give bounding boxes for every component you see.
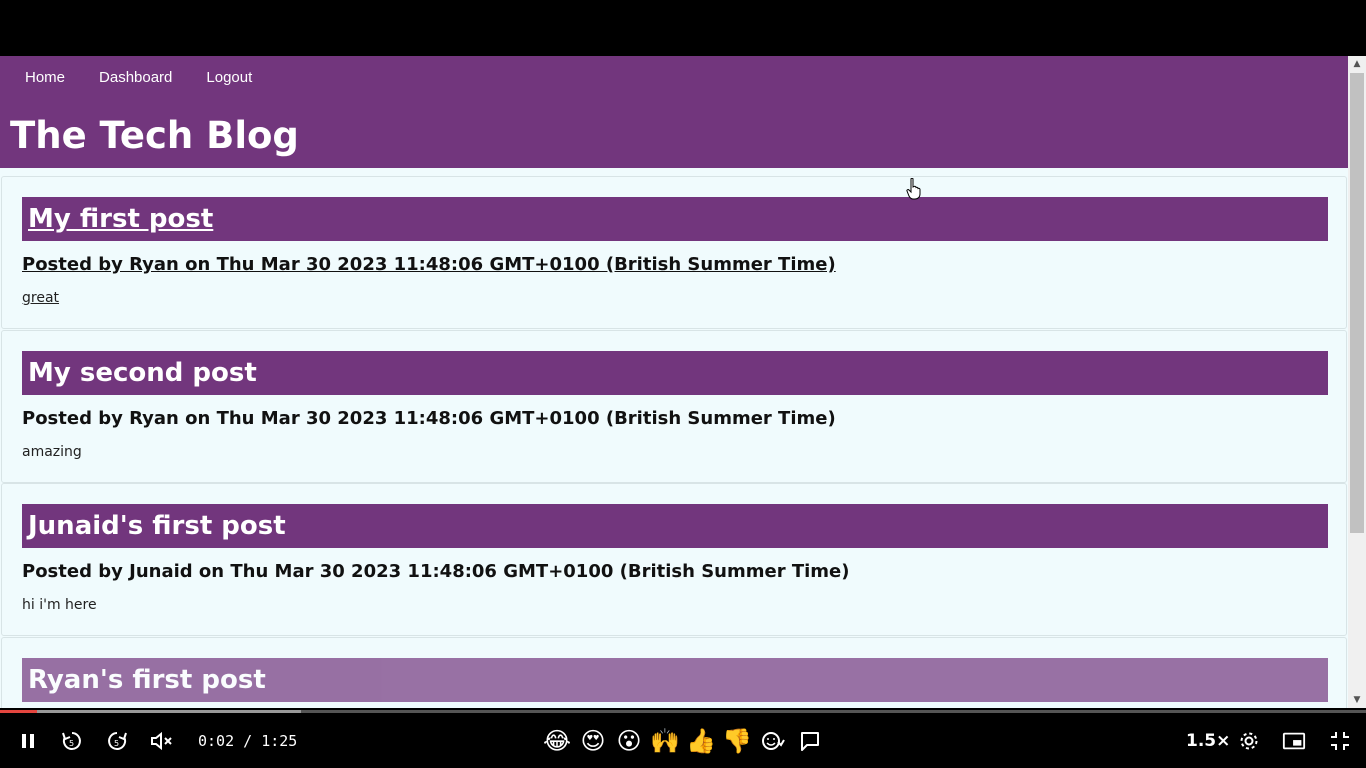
post-title-bar: Junaid's first post (22, 504, 1328, 548)
post-meta[interactable]: Posted by Ryan on Thu Mar 30 2023 11:48:… (22, 254, 836, 276)
add-emoji-icon[interactable] (761, 729, 785, 753)
nav-home-link[interactable]: Home (25, 69, 65, 87)
post-title-bar: My first post (22, 197, 1328, 241)
page-scrollbar[interactable]: ▲ ▼ (1348, 56, 1366, 708)
post-meta: Posted by Junaid on Thu Mar 30 2023 11:4… (22, 561, 850, 582)
site-header: Home Dashboard Logout The Tech Blog (0, 56, 1348, 168)
hand-cursor-icon (906, 178, 921, 200)
scroll-up-arrow-icon[interactable]: ▲ (1348, 56, 1366, 72)
forward-5-icon[interactable]: 5 (105, 729, 129, 753)
post-body: amazing (22, 444, 82, 460)
post-title: Ryan's first post (28, 665, 266, 695)
top-nav: Home Dashboard Logout (25, 69, 286, 87)
post-card[interactable]: My second post Posted by Ryan on Thu Mar… (1, 330, 1347, 483)
emoji-laughing-icon[interactable]: 😂 (542, 727, 572, 755)
scroll-down-arrow-icon[interactable]: ▼ (1348, 692, 1366, 708)
nav-dashboard-link[interactable]: Dashboard (99, 69, 172, 87)
mute-icon[interactable] (150, 729, 174, 753)
post-title-bar: Ryan's first post (22, 658, 1328, 702)
svg-text:5: 5 (114, 739, 119, 748)
playback-speed-button[interactable]: 1.5× (1186, 730, 1230, 752)
post-title: My second post (28, 358, 257, 388)
comment-icon[interactable] (798, 729, 822, 753)
emoji-thumbs-down-icon[interactable]: 👎 (722, 727, 752, 755)
scroll-thumb[interactable] (1350, 73, 1364, 533)
emoji-heart-eyes-icon[interactable]: 😍 (578, 727, 608, 755)
post-card[interactable]: My first post Posted by Ryan on Thu Mar … (1, 176, 1347, 329)
video-controls: 5 5 0:02 / 1:25 😂 😍 😮 🙌 👍 👎 1.5× (0, 713, 1366, 768)
site-title: The Tech Blog (10, 114, 299, 157)
exit-fullscreen-icon[interactable] (1328, 729, 1352, 753)
emoji-raised-hands-icon[interactable]: 🙌 (650, 727, 680, 755)
post-body[interactable]: great (22, 289, 59, 307)
svg-text:5: 5 (69, 739, 74, 748)
post-body: hi i'm here (22, 597, 97, 613)
nav-logout-link[interactable]: Logout (206, 69, 252, 87)
time-display: 0:02 / 1:25 (198, 732, 298, 750)
blog-page: Home Dashboard Logout The Tech Blog My f… (0, 56, 1348, 708)
pause-icon[interactable] (16, 729, 40, 753)
settings-icon[interactable] (1237, 729, 1261, 753)
post-title[interactable]: My first post (28, 203, 213, 235)
emoji-thumbs-up-icon[interactable]: 👍 (686, 727, 716, 755)
post-title-bar: My second post (22, 351, 1328, 395)
emoji-surprised-icon[interactable]: 😮 (614, 727, 644, 755)
post-title: Junaid's first post (28, 511, 286, 541)
miniplayer-icon[interactable] (1282, 729, 1306, 753)
post-meta: Posted by Ryan on Thu Mar 30 2023 11:48:… (22, 408, 836, 429)
post-card[interactable]: Junaid's first post Posted by Junaid on … (1, 483, 1347, 636)
rewind-5-icon[interactable]: 5 (60, 729, 84, 753)
post-card[interactable]: Ryan's first post (1, 637, 1347, 708)
